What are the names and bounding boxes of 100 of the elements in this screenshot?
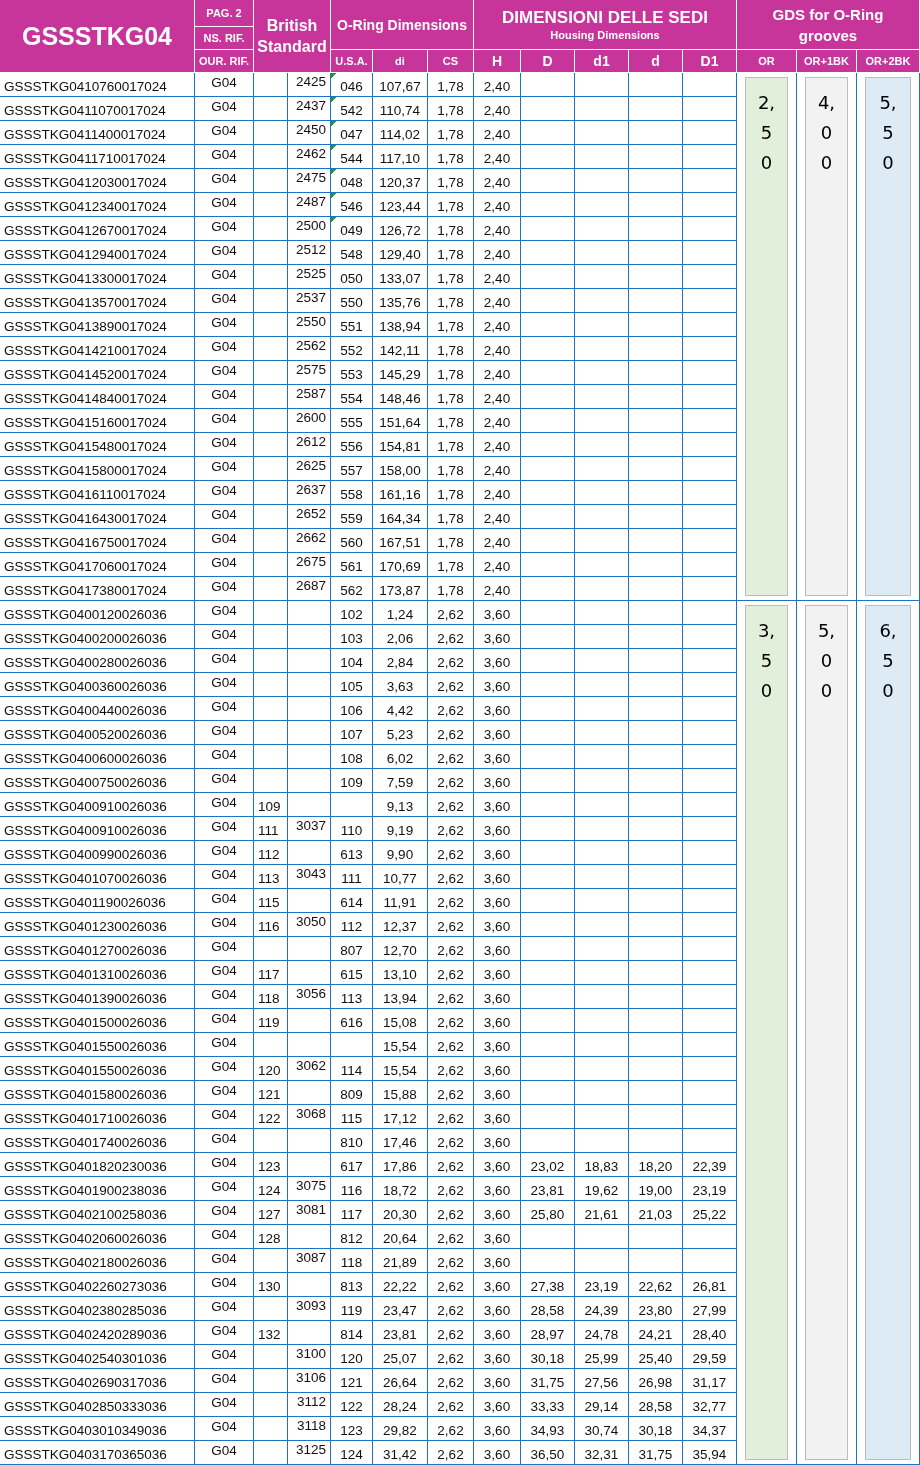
- empty-cell: [575, 505, 629, 529]
- empty-cell: [254, 121, 288, 145]
- empty-cell: [521, 433, 575, 457]
- table-cell: 2,62: [428, 817, 474, 841]
- table-cell: GSSSTKG0414210017024: [0, 337, 195, 361]
- table-cell: 3,60: [474, 1009, 521, 1033]
- empty-cell: [629, 793, 683, 817]
- empty-cell: [575, 889, 629, 913]
- table-cell: 33,33: [521, 1393, 575, 1417]
- empty-cell: [683, 1105, 737, 1129]
- table-cell: G04: [195, 241, 254, 265]
- table-cell: 616: [331, 1009, 373, 1033]
- table-cell: 24,21: [629, 1321, 683, 1345]
- table-cell: G04: [195, 1369, 254, 1393]
- table-cell: 34,37: [683, 1417, 737, 1441]
- empty-cell: [254, 193, 288, 217]
- empty-cell: [254, 1345, 288, 1369]
- table-cell: 2,62: [428, 1081, 474, 1105]
- empty-cell: [629, 601, 683, 625]
- table-cell: 27,38: [521, 1273, 575, 1297]
- empty-cell: [575, 817, 629, 841]
- empty-cell: [683, 241, 737, 265]
- empty-cell: [254, 1441, 288, 1465]
- empty-cell: [683, 289, 737, 313]
- table-cell: 19,00: [629, 1177, 683, 1201]
- table-cell: 555: [331, 409, 373, 433]
- table-cell: 2,62: [428, 1201, 474, 1225]
- empty-cell: [575, 289, 629, 313]
- table-cell: 2,62: [428, 985, 474, 1009]
- table-cell: 24,78: [575, 1321, 629, 1345]
- table-cell: 115: [331, 1105, 373, 1129]
- table-cell: 048: [331, 169, 373, 193]
- table-cell: GSSSTKG0400600026036: [0, 745, 195, 769]
- table-cell: 3,60: [474, 1417, 521, 1441]
- table-cell: GSSSTKG0402260273036: [0, 1273, 195, 1297]
- empty-cell: [288, 1081, 331, 1105]
- empty-cell: [575, 601, 629, 625]
- table-cell: 3,60: [474, 1297, 521, 1321]
- table-cell: 133,07: [373, 265, 428, 289]
- empty-cell: [683, 481, 737, 505]
- table-cell: 1,78: [428, 241, 474, 265]
- table-cell: 2575: [288, 361, 331, 385]
- empty-cell: [575, 529, 629, 553]
- table-cell: 126,72: [373, 217, 428, 241]
- table-cell: 1,78: [428, 409, 474, 433]
- table-cell: G04: [195, 361, 254, 385]
- table-cell: GSSSTKG0412030017024: [0, 169, 195, 193]
- empty-cell: [683, 505, 737, 529]
- empty-cell: [521, 1009, 575, 1033]
- empty-cell: [254, 673, 288, 697]
- empty-cell: [629, 553, 683, 577]
- empty-cell: [521, 769, 575, 793]
- table-cell: 173,87: [373, 577, 428, 601]
- table-cell: 17,86: [373, 1153, 428, 1177]
- table-cell: G04: [195, 1105, 254, 1129]
- table-cell: G04: [195, 913, 254, 937]
- empty-cell: [629, 1057, 683, 1081]
- empty-cell: [254, 217, 288, 241]
- table-cell: 554: [331, 385, 373, 409]
- table-cell: 2612: [288, 433, 331, 457]
- empty-cell: [521, 601, 575, 625]
- empty-cell: [575, 961, 629, 985]
- table-cell: 21,61: [575, 1201, 629, 1225]
- table-cell: 124: [331, 1441, 373, 1465]
- empty-cell: [254, 73, 288, 97]
- table-cell: G04: [195, 337, 254, 361]
- empty-cell: [575, 577, 629, 601]
- table-cell: GSSSTKG0412340017024: [0, 193, 195, 217]
- table-cell: 3062: [288, 1057, 331, 1081]
- empty-cell: [254, 433, 288, 457]
- table-cell: GSSSTKG0415800017024: [0, 457, 195, 481]
- empty-cell: [629, 193, 683, 217]
- table-cell: 2562: [288, 337, 331, 361]
- table-cell: 123,44: [373, 193, 428, 217]
- empty-cell: [521, 697, 575, 721]
- table-cell: 26,64: [373, 1369, 428, 1393]
- table-cell: 2,62: [428, 1369, 474, 1393]
- table-cell: 3,60: [474, 985, 521, 1009]
- column-header: OR+2BK: [857, 50, 920, 73]
- empty-cell: [683, 961, 737, 985]
- table-cell: 807: [331, 937, 373, 961]
- empty-cell: [629, 313, 683, 337]
- table-cell: G04: [195, 673, 254, 697]
- table-cell: G04: [195, 1417, 254, 1441]
- empty-cell: [521, 1249, 575, 1273]
- empty-cell: [575, 481, 629, 505]
- table-cell: G04: [195, 1201, 254, 1225]
- empty-cell: [521, 265, 575, 289]
- empty-cell: [521, 97, 575, 121]
- empty-cell: [575, 1033, 629, 1057]
- table-cell: 17,12: [373, 1105, 428, 1129]
- table-cell: G04: [195, 1057, 254, 1081]
- table-cell: 2,62: [428, 1417, 474, 1441]
- empty-cell: [629, 889, 683, 913]
- table-cell: 2,62: [428, 1153, 474, 1177]
- table-cell: 20,30: [373, 1201, 428, 1225]
- table-cell: GSSSTKG0412670017024: [0, 217, 195, 241]
- table-cell: 2,62: [428, 937, 474, 961]
- empty-cell: [575, 553, 629, 577]
- table-cell: 5,23: [373, 721, 428, 745]
